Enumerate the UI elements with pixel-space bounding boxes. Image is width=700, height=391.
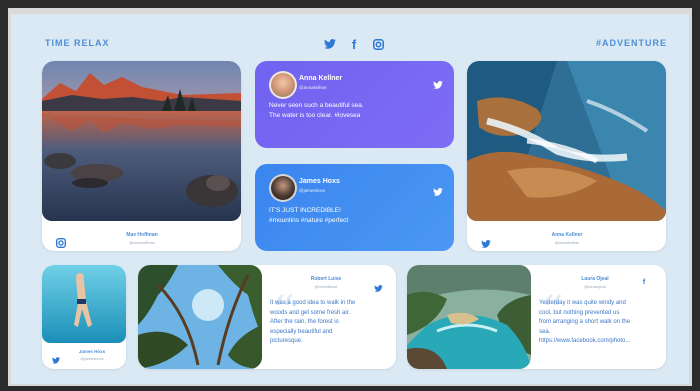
author-handle: @annakellner [554, 240, 580, 245]
twitter-icon [374, 279, 383, 297]
tweet-text: Never seen such a beautiful sea. The wat… [269, 102, 364, 120]
twitter-icon [433, 76, 443, 94]
tweet-card-james[interactable]: James Hoxs @jameshoxs IT'S JUST INCREDIB… [255, 164, 454, 251]
hashtag-title: #ADVENTURE [595, 38, 667, 48]
author-handle: @maxhoffman [129, 240, 155, 245]
post-card-lake[interactable]: Max Hoffman @maxhoffman [42, 61, 241, 251]
author-name: Anna Kellner [299, 75, 343, 82]
lake-photo [42, 61, 241, 221]
twitter-icon [52, 351, 60, 369]
swimmer-photo [42, 265, 126, 343]
post-card-sea[interactable]: Anna Kellner @annakellner [467, 61, 666, 251]
author-handle: @jameshoxs [80, 356, 104, 361]
post-card-forest[interactable]: “ Robert Luise @robertluise It was a goo… [138, 265, 396, 369]
brand-title: TIME RELAX [45, 38, 110, 48]
author-name: James Hoxs [299, 178, 340, 185]
avatar [269, 71, 297, 99]
facebook-icon: f [642, 278, 646, 286]
avatar [269, 174, 297, 202]
social-wall: TIME RELAX #ADVENTURE f Max Hoffman @max… [11, 14, 689, 384]
twitter-icon [433, 183, 443, 201]
twitter-icon [481, 235, 491, 251]
author-name: James Hoxs [78, 349, 106, 354]
instagram-icon [56, 235, 66, 251]
tweet-text: IT'S JUST INCREDIBLE! #mountins #nature … [269, 207, 349, 225]
author-name: Anna Kellner [551, 232, 583, 238]
post-card-coast[interactable]: “ Laura Ojeal @lauraojeal f Yesterday it… [407, 265, 666, 369]
author-handle: @annakellner [299, 85, 327, 90]
author-handle: @robertluise [314, 284, 338, 289]
twitter-icon[interactable] [323, 37, 337, 51]
author-handle: @lauraojeal [584, 284, 606, 289]
forest-photo [138, 265, 262, 369]
coast-photo [407, 265, 531, 369]
post-text: Yesterday it was quite windy and cool, b… [539, 300, 631, 345]
instagram-icon[interactable] [371, 37, 385, 51]
post-card-swimmer[interactable]: James Hoxs @jameshoxs [42, 265, 126, 369]
sea-rocks-photo [467, 61, 666, 221]
author-handle: @jameshoxs [299, 188, 326, 193]
author-name: Max Hoffman [126, 232, 158, 238]
facebook-icon[interactable]: f [347, 37, 361, 52]
social-icons: f [323, 37, 385, 52]
post-text: It was a good idea to walk in the woods … [270, 300, 356, 345]
author-name: Laura Ojeal [581, 276, 609, 282]
tweet-card-anna[interactable]: Anna Kellner @annakellner Never seen suc… [255, 61, 454, 148]
author-name: Robert Luise [310, 276, 342, 282]
